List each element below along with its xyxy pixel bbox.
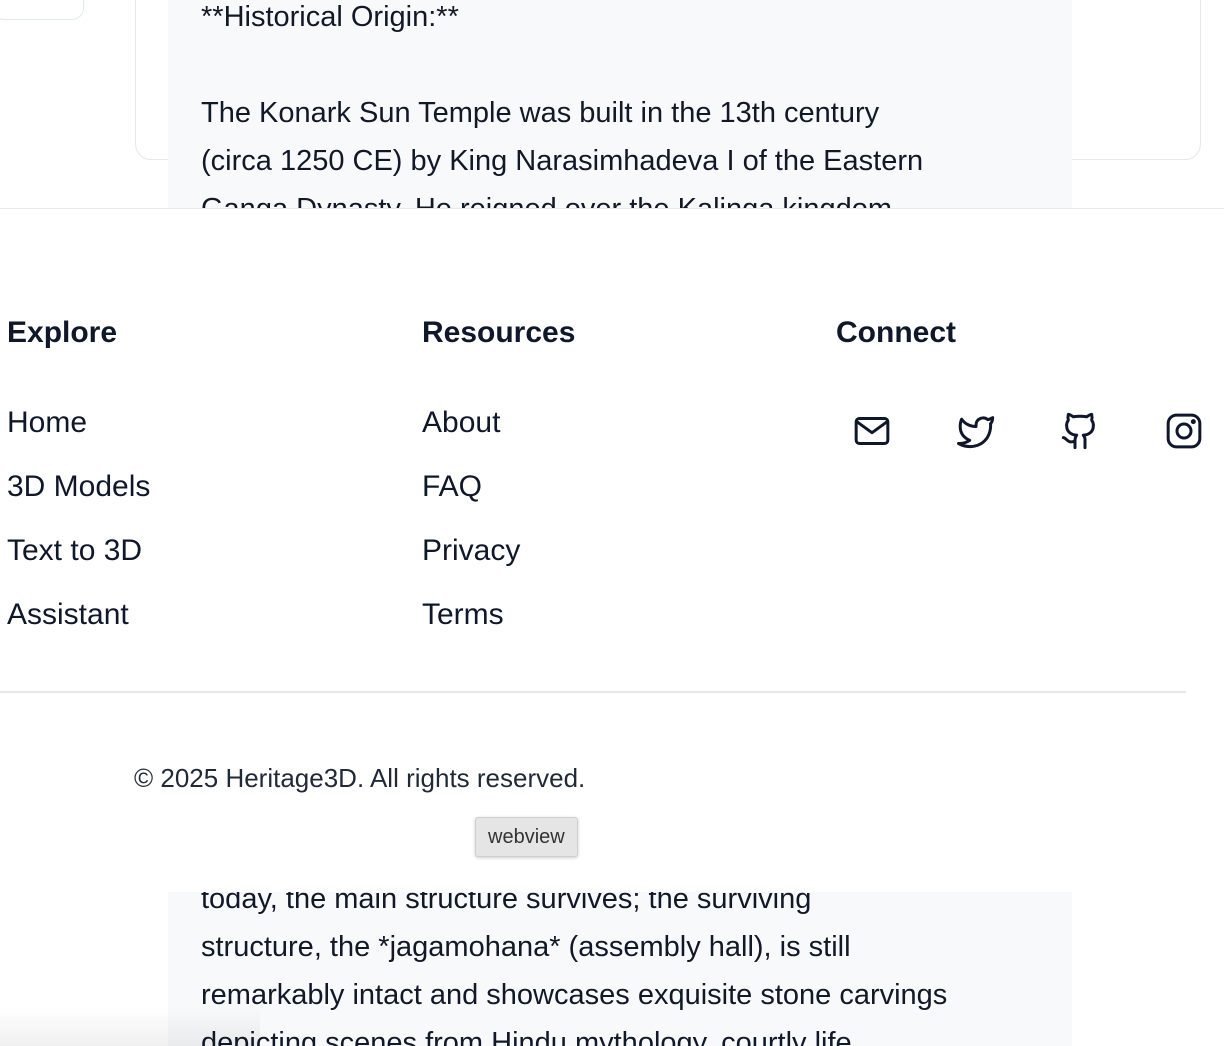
message-line: remarkably intact and showcases exquisit…: [201, 979, 948, 1011]
footer-link-privacy[interactable]: Privacy: [422, 519, 520, 583]
assistant-message-text-continued: today, the main structure survives; the …: [201, 892, 1061, 1046]
webview-badge: webview: [475, 817, 578, 857]
message-line: Ganga Dynasty. He reigned over the Kalin…: [201, 185, 1061, 208]
message-line: **Historical Origin:**: [201, 1, 459, 33]
bottom-shadow: [0, 1006, 260, 1046]
twitter-icon: [957, 416, 995, 449]
card-fragment: [0, 0, 84, 20]
footer-link-3d-models[interactable]: 3D Models: [7, 455, 150, 519]
social-links: [836, 399, 1224, 463]
copyright-text: © 2025 Heritage3D. All rights reserved.: [134, 763, 586, 793]
assistant-message-text: **Historical Origin:** The Konark Sun Te…: [201, 0, 1061, 208]
twitter-link[interactable]: [940, 399, 1012, 463]
footer-link-terms[interactable]: Terms: [422, 583, 520, 647]
footer-link-text-to-3d[interactable]: Text to 3D: [7, 519, 150, 583]
footer-link-about[interactable]: About: [422, 391, 520, 455]
mail-icon: [854, 417, 890, 445]
footer-link-faq[interactable]: FAQ: [422, 455, 520, 519]
message-line: structure, the *jagamohana* (assembly ha…: [201, 931, 851, 963]
message-line: (circa 1250 CE) by King Narasimhadeva I …: [201, 145, 924, 177]
footer-connect-column: Connect: [836, 309, 1224, 450]
mail-link[interactable]: [836, 399, 908, 463]
github-link[interactable]: [1044, 399, 1116, 463]
footer-heading-connect: Connect: [836, 316, 956, 349]
instagram-link[interactable]: [1148, 399, 1220, 463]
message-line: The Konark Sun Temple was built in the 1…: [201, 97, 880, 129]
footer-heading-explore: Explore: [7, 316, 118, 349]
footer-heading-resources: Resources: [422, 316, 576, 349]
instagram-icon: [1166, 413, 1202, 449]
assistant-message-panel-continued: today, the main structure survives; the …: [168, 892, 1072, 1046]
assistant-message-panel: **Historical Origin:** The Konark Sun Te…: [168, 0, 1072, 208]
message-line: today, the main structure survives; the …: [201, 892, 812, 915]
footer-link-assistant[interactable]: Assistant: [7, 583, 150, 647]
footer-link-home[interactable]: Home: [7, 391, 150, 455]
site-footer: Explore Home 3D Models Text to 3D Assist…: [0, 208, 1224, 893]
github-icon: [1061, 412, 1095, 450]
message-line: depicting scenes from Hindu mythology, c…: [201, 1027, 860, 1046]
footer-divider: [0, 691, 1186, 693]
footer-resources-column: Resources About FAQ Privacy Terms: [422, 309, 576, 631]
footer-explore-column: Explore Home 3D Models Text to 3D Assist…: [7, 309, 150, 631]
